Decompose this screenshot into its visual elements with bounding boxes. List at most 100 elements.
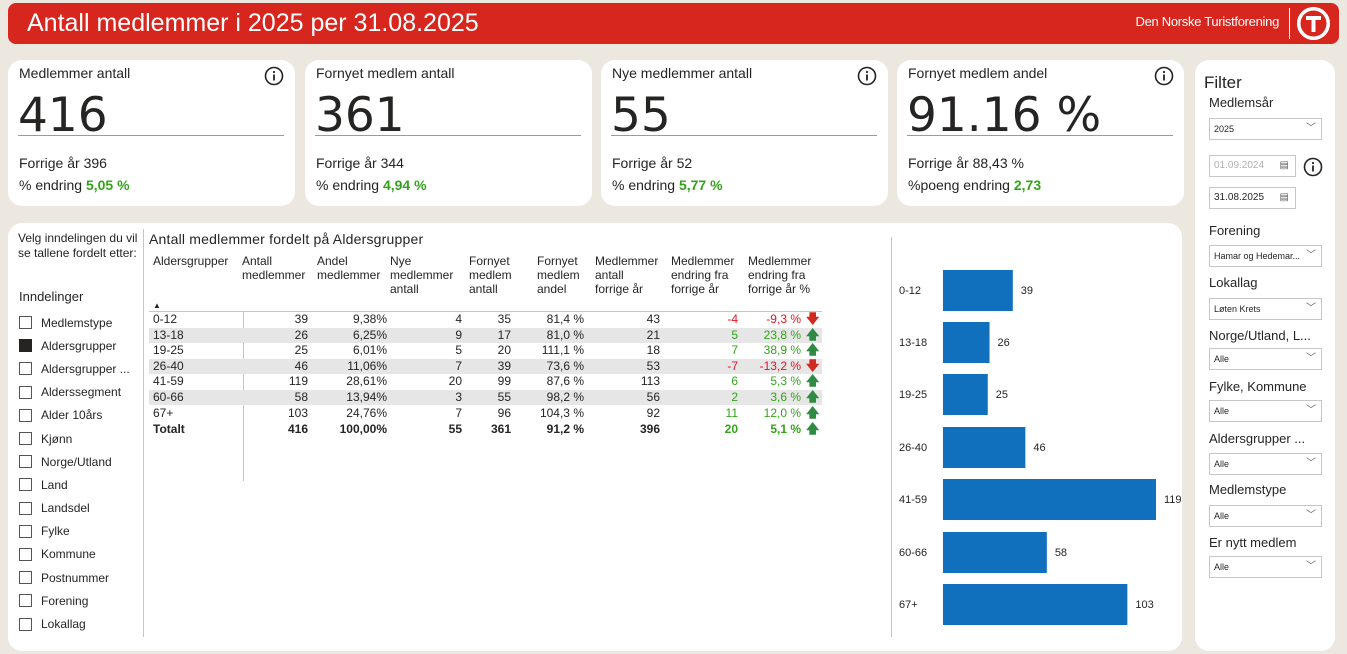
- col-forrige-ar-header[interactable]: Medlemmer antall forrige år: [595, 254, 658, 296]
- bar-value-label: 26: [998, 337, 1010, 349]
- checkbox[interactable]: [19, 316, 32, 330]
- table-row[interactable]: 26-40 46 11,06% 7 39 73,6 % 53 -7 -13,2 % 🡇: [149, 358, 822, 374]
- col-aldersgrupper-header[interactable]: Aldersgrupper: [153, 254, 228, 268]
- inndeling-option[interactable]: Fylke: [19, 520, 130, 543]
- inndeling-option[interactable]: Kjønn: [19, 427, 130, 450]
- col-fornyet-antall-cell: 96: [497, 405, 511, 420]
- checkbox[interactable]: [19, 385, 32, 399]
- inndeling-option[interactable]: Alder 10års: [19, 404, 130, 427]
- inndeling-option[interactable]: Aldersgrupper ...: [19, 357, 130, 380]
- col-antall-cell: 416: [287, 422, 308, 437]
- table-row[interactable]: 19-25 25 6,01% 5 20 111,1 % 18 7 38,9 % 🡅: [149, 343, 822, 358]
- fylke-kommune-dropdown[interactable]: Alle ﹀: [1209, 400, 1322, 422]
- checkbox[interactable]: [19, 594, 32, 608]
- info-icon[interactable]: [1303, 157, 1323, 177]
- table-row[interactable]: 13-18 26 6,25% 9 17 81,0 % 21 5 23,8 % 🡅: [149, 327, 822, 343]
- inndeling-option[interactable]: Forening: [19, 589, 130, 612]
- inndeling-option[interactable]: Aldersgrupper: [19, 334, 130, 357]
- kpi-label: Nye medlemmer antall: [612, 65, 753, 81]
- lokallag-dropdown[interactable]: Løten Krets ﹀: [1209, 298, 1322, 320]
- col-endring-header[interactable]: Medlemmer endring fra forrige år: [671, 254, 734, 296]
- date-from-input[interactable]: 01.09.2024 ▤: [1209, 155, 1296, 177]
- col-nye-cell: 5: [455, 343, 462, 358]
- aldersgrupper-label: Aldersgrupper ...: [1209, 431, 1306, 446]
- medlemstype-dropdown[interactable]: Alle ﹀: [1209, 505, 1322, 527]
- table-row[interactable]: 41-59 119 28,61% 20 99 87,6 % 113 6 5,3 % 🡅: [149, 374, 822, 389]
- inndeling-option[interactable]: Postnummer: [19, 566, 130, 589]
- filter-panel: Filter Medlemsår 2025 ﹀ 01.09.2024 ▤ 31.08…: [1195, 60, 1335, 651]
- checkbox[interactable]: [19, 524, 32, 538]
- aldersgrupper-dropdown[interactable]: Alle ﹀: [1209, 453, 1322, 475]
- bar-category-label: 41-59: [899, 494, 927, 506]
- kpi-change: % endring 5,77 %: [612, 177, 723, 193]
- inndeling-option[interactable]: Lokallag: [19, 612, 130, 635]
- er-nytt-medlem-label: Er nytt medlem: [1209, 535, 1297, 550]
- bar[interactable]: [943, 270, 1013, 311]
- arrow-up-icon: 🡅: [806, 404, 820, 420]
- table-row[interactable]: 0-12 39 9,38% 4 35 81,4 % 43 -4 -9,3 % 🡇: [149, 312, 822, 327]
- option-label: Kjønn: [41, 431, 73, 446]
- col-andel-cell: 6,25%: [352, 327, 387, 342]
- norge-utland-dropdown[interactable]: Alle ﹀: [1209, 348, 1322, 370]
- col-fornyet-antall-header[interactable]: Fornyet medlem antall: [469, 254, 512, 296]
- col-nye-cell: 3: [455, 390, 462, 404]
- forening-dropdown[interactable]: Hamar og Hedemar... ﹀: [1209, 245, 1322, 267]
- col-andel-cell: 100,00%: [339, 422, 387, 437]
- bar[interactable]: [943, 479, 1156, 520]
- checkbox[interactable]: [19, 432, 32, 446]
- age-group-bar-chart: 0-12 39 13-18 26 19-25 25 26-40 46 41-59 119 60-66…: [891, 223, 1182, 651]
- col-endring-pct-header[interactable]: Medlemmer endring fra forrige år %: [748, 254, 811, 296]
- sort-ascending-icon[interactable]: ▲: [153, 301, 161, 310]
- col-nye-cell: 20: [448, 374, 462, 389]
- col-forrige-ar-cell: 18: [646, 343, 660, 358]
- table-title: Antall medlemmer fordelt på Aldersgruppe…: [149, 231, 424, 247]
- col-antall-header[interactable]: Antall medlemmer: [242, 254, 305, 282]
- col-fornyet-andel-header[interactable]: Fornyet medlem andel: [537, 254, 580, 296]
- kpi-previous-year: Forrige år 396: [19, 155, 107, 171]
- checkbox[interactable]: [19, 478, 32, 492]
- slicer-divider: [143, 229, 144, 637]
- inndeling-option[interactable]: Norge/Utland: [19, 450, 130, 473]
- checkbox[interactable]: [19, 455, 32, 469]
- bar[interactable]: [943, 427, 1026, 468]
- er-nytt-medlem-dropdown[interactable]: Alle ﹀: [1209, 556, 1322, 578]
- col-endring-cell: 2: [731, 390, 738, 404]
- checkbox[interactable]: [19, 617, 32, 631]
- checkbox[interactable]: [19, 501, 32, 515]
- checkbox[interactable]: [19, 547, 32, 561]
- col-antall-cell: 46: [294, 358, 308, 373]
- inndeling-option[interactable]: Land: [19, 473, 130, 496]
- chevron-down-icon: ﹀: [1306, 405, 1316, 416]
- checkbox[interactable]: [19, 571, 32, 585]
- chevron-down-icon: ﹀: [1306, 353, 1316, 364]
- col-forrige-ar-cell: 113: [640, 374, 660, 389]
- checkbox[interactable]: [19, 362, 32, 376]
- table-total-row[interactable]: Totalt 416 100,00% 55 361 91,2 % 396 20 5,1 % 🡅: [149, 422, 822, 437]
- col-nye-cell: 4: [455, 312, 462, 326]
- inndeling-option[interactable]: Alderssegment: [19, 381, 130, 404]
- info-icon[interactable]: [857, 66, 877, 86]
- col-forrige-ar-cell: 56: [646, 390, 660, 404]
- info-icon[interactable]: [264, 66, 284, 86]
- col-fornyet-andel-cell: 87,6 %: [546, 374, 584, 389]
- bar[interactable]: [943, 322, 990, 363]
- bar[interactable]: [943, 532, 1047, 573]
- col-andel-header[interactable]: Andel medlemmer: [317, 254, 380, 282]
- inndeling-option[interactable]: Landsdel: [19, 497, 130, 520]
- inndelinger-slicer: Medlemstype Aldersgrupper Aldersgrupper ..…: [19, 311, 130, 636]
- col-nye-header[interactable]: Nye medlemmer antall: [390, 254, 453, 296]
- arrow-down-icon: 🡇: [806, 311, 820, 326]
- bar[interactable]: [943, 374, 988, 415]
- table-row[interactable]: 67+ 103 24,76% 7 96 104,3 % 92 11 12,0 % 🡅: [149, 404, 822, 421]
- col-endring-cell: -7: [727, 358, 738, 373]
- table-row[interactable]: 60-66 58 13,94% 3 55 98,2 % 56 2 3,6 % 🡅: [149, 390, 822, 405]
- checkbox[interactable]: [19, 339, 32, 353]
- inndeling-option[interactable]: Kommune: [19, 543, 130, 566]
- info-icon[interactable]: [1154, 66, 1174, 86]
- col-forrige-ar-cell: 396: [639, 422, 660, 437]
- medlemsar-dropdown[interactable]: 2025 ﹀: [1209, 118, 1322, 140]
- date-to-input[interactable]: 31.08.2025 ▤: [1209, 187, 1296, 209]
- bar[interactable]: [943, 584, 1128, 625]
- checkbox[interactable]: [19, 408, 32, 422]
- inndeling-option[interactable]: Medlemstype: [19, 311, 130, 334]
